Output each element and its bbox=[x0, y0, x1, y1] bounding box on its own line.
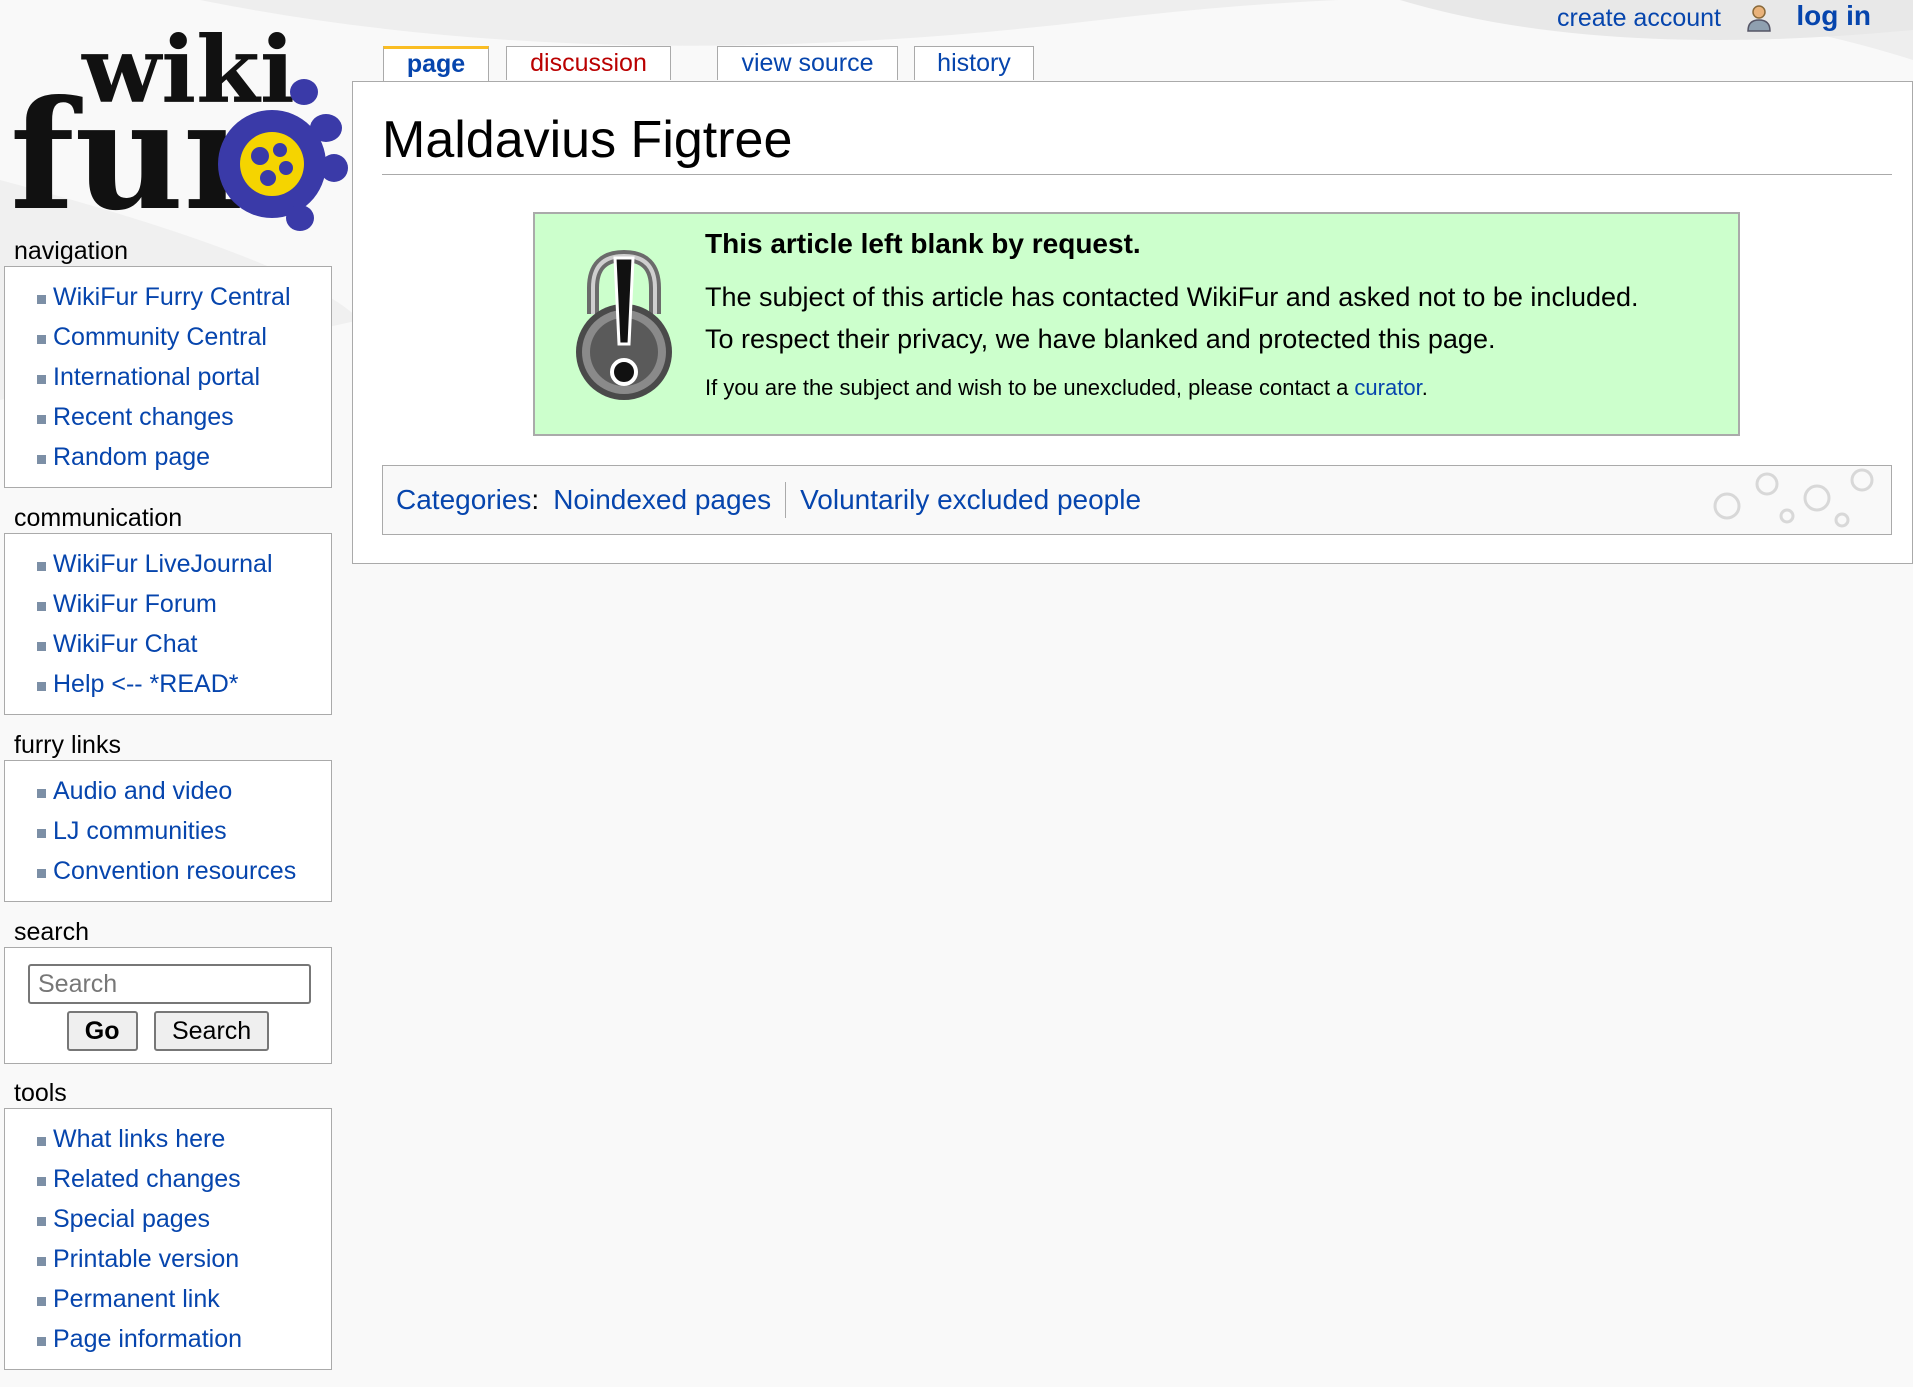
tools-link-page-information[interactable]: Page information bbox=[53, 1325, 242, 1353]
communication-body: WikiFur LiveJournal WikiFur Forum WikiFu… bbox=[4, 533, 332, 715]
search-body: Go Search bbox=[4, 947, 332, 1064]
tools-link-related-changes[interactable]: Related changes bbox=[53, 1165, 241, 1193]
notice-line-2: To respect their privacy, we have blanke… bbox=[705, 324, 1496, 354]
categories-label-link[interactable]: Categories bbox=[396, 484, 531, 516]
comm-item[interactable]: WikiFur Chat bbox=[35, 624, 331, 664]
navigation-heading: navigation bbox=[14, 237, 128, 265]
tab-page-label[interactable]: page bbox=[407, 50, 465, 78]
tab-discussion-label[interactable]: discussion bbox=[530, 49, 647, 77]
tools-heading: tools bbox=[14, 1079, 67, 1107]
notice-line-1: The subject of this article has contacte… bbox=[705, 282, 1639, 312]
nav-item[interactable]: International portal bbox=[35, 357, 331, 397]
nav-link-wikifur-furry-central[interactable]: WikiFur Furry Central bbox=[53, 283, 291, 311]
tab-history[interactable]: history bbox=[914, 46, 1034, 80]
notice-line-3-suffix: . bbox=[1421, 375, 1428, 400]
tab-history-label[interactable]: history bbox=[937, 49, 1011, 77]
category-links: Categories : Noindexed pages Voluntarily… bbox=[382, 465, 1892, 535]
furry-links-body: Audio and video LJ communities Conventio… bbox=[4, 760, 332, 902]
comm-link-help[interactable]: Help <-- *READ* bbox=[53, 670, 238, 698]
comm-item[interactable]: WikiFur Forum bbox=[35, 584, 331, 624]
portlet-furry-links: furry links Audio and video LJ communiti… bbox=[4, 730, 332, 902]
create-account-link[interactable]: create account bbox=[1557, 4, 1721, 33]
comm-item[interactable]: WikiFur LiveJournal bbox=[35, 544, 331, 584]
comm-item[interactable]: Help <-- *READ* bbox=[35, 664, 331, 704]
furry-link-lj-communities[interactable]: LJ communities bbox=[53, 817, 227, 845]
tools-link-printable-version[interactable]: Printable version bbox=[53, 1245, 239, 1273]
categories-colon: : bbox=[531, 484, 540, 515]
nav-link-random-page[interactable]: Random page bbox=[53, 443, 210, 471]
tab-discussion[interactable]: discussion bbox=[506, 46, 671, 80]
tools-item[interactable]: Permanent link bbox=[35, 1279, 331, 1319]
furry-item[interactable]: Audio and video bbox=[35, 771, 331, 811]
tools-item[interactable]: What links here bbox=[35, 1119, 331, 1159]
tools-item[interactable]: Page information bbox=[35, 1319, 331, 1359]
category-link-voluntarily-excluded[interactable]: Voluntarily excluded people bbox=[800, 484, 1141, 516]
padlock-exclamation-icon bbox=[576, 249, 672, 400]
category-separator bbox=[785, 482, 787, 518]
nav-item[interactable]: Community Central bbox=[35, 317, 331, 357]
furry-item[interactable]: Convention resources bbox=[35, 851, 331, 891]
search-buttons: Go Search bbox=[5, 1011, 331, 1051]
nav-link-community-central[interactable]: Community Central bbox=[53, 323, 267, 351]
notice-title: This article left blank by request. bbox=[705, 228, 1141, 259]
comm-link-forum[interactable]: WikiFur Forum bbox=[53, 590, 217, 618]
comm-link-livejournal[interactable]: WikiFur LiveJournal bbox=[53, 550, 273, 578]
notice-line-3: If you are the subject and wish to be un… bbox=[705, 375, 1428, 401]
tab-view-source[interactable]: view source bbox=[717, 46, 898, 80]
tools-link-special-pages[interactable]: Special pages bbox=[53, 1205, 210, 1233]
tools-item[interactable]: Printable version bbox=[35, 1239, 331, 1279]
category-link-noindexed[interactable]: Noindexed pages bbox=[553, 484, 771, 516]
search-input[interactable] bbox=[28, 964, 311, 1004]
curator-link[interactable]: curator bbox=[1354, 375, 1421, 400]
search-heading: search bbox=[14, 918, 90, 946]
search-button[interactable]: Search bbox=[153, 1011, 270, 1051]
portlet-search: search Go Search bbox=[4, 917, 332, 1064]
paw-prints-decoration bbox=[1713, 468, 1874, 528]
nav-link-international-portal[interactable]: International portal bbox=[53, 363, 260, 391]
furry-item[interactable]: LJ communities bbox=[35, 811, 331, 851]
wikifur-logo[interactable]: wiki fur bbox=[4, 6, 352, 246]
navigation-body: WikiFur Furry Central Community Central … bbox=[4, 266, 332, 488]
user-icon bbox=[1747, 5, 1771, 32]
nav-item[interactable]: Random page bbox=[35, 437, 331, 477]
nav-item[interactable]: WikiFur Furry Central bbox=[35, 277, 331, 317]
nav-item[interactable]: Recent changes bbox=[35, 397, 331, 437]
tab-view-source-label[interactable]: view source bbox=[742, 49, 874, 77]
communication-heading: communication bbox=[14, 504, 183, 532]
portlet-tools: tools What links here Related changes Sp… bbox=[4, 1078, 332, 1370]
furry-links-heading: furry links bbox=[14, 731, 121, 759]
tools-item[interactable]: Related changes bbox=[35, 1159, 331, 1199]
go-button[interactable]: Go bbox=[66, 1011, 138, 1051]
tools-link-what-links-here[interactable]: What links here bbox=[53, 1125, 225, 1153]
notice-line-3-prefix: If you are the subject and wish to be un… bbox=[705, 375, 1355, 400]
excluded-notice-box: This article left blank by request. The … bbox=[533, 212, 1740, 436]
tools-item[interactable]: Special pages bbox=[35, 1199, 331, 1239]
log-in-link[interactable]: log in bbox=[1796, 0, 1871, 32]
tab-page[interactable]: page bbox=[383, 46, 489, 82]
tools-link-permanent-link[interactable]: Permanent link bbox=[53, 1285, 220, 1313]
portlet-communication: communication WikiFur LiveJournal WikiFu… bbox=[4, 503, 332, 715]
page-title: Maldavius Figtree bbox=[382, 110, 1892, 175]
furry-link-convention-resources[interactable]: Convention resources bbox=[53, 857, 296, 885]
main-content: Maldavius Figtree This article left blan… bbox=[352, 81, 1913, 564]
tools-body: What links here Related changes Special … bbox=[4, 1108, 332, 1370]
nav-link-recent-changes[interactable]: Recent changes bbox=[53, 403, 234, 431]
furry-link-audio-video[interactable]: Audio and video bbox=[53, 777, 232, 805]
comm-link-chat[interactable]: WikiFur Chat bbox=[53, 630, 197, 658]
portlet-navigation: navigation WikiFur Furry Central Communi… bbox=[4, 236, 332, 488]
